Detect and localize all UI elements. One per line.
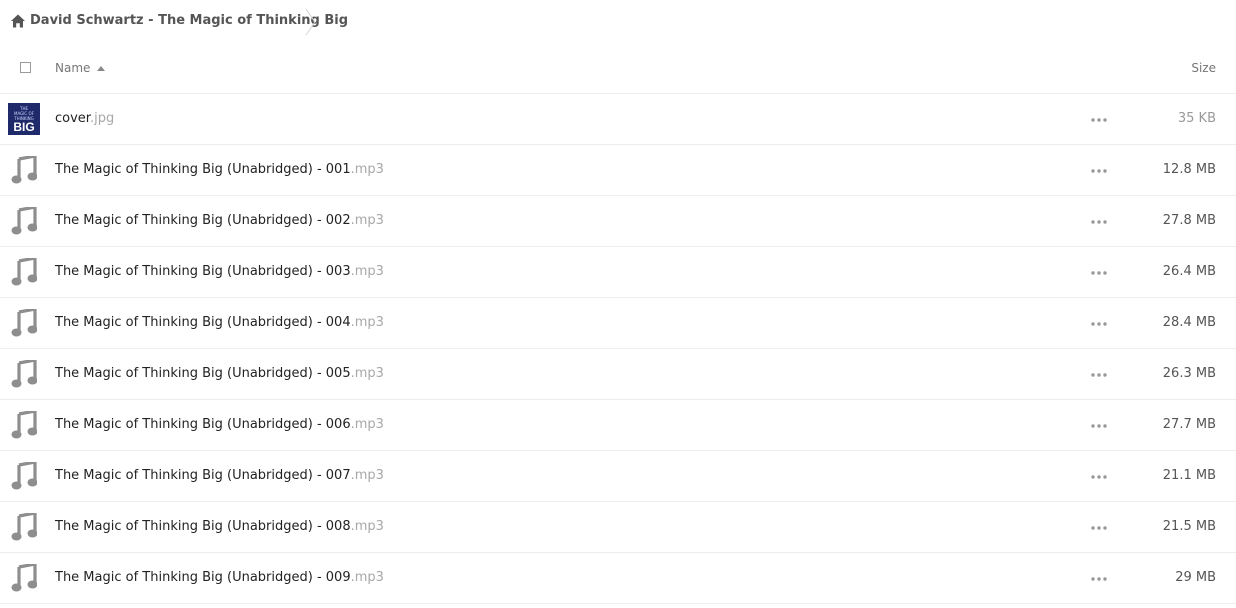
file-name[interactable]: The Magic of Thinking Big (Unabridged) -… (55, 365, 384, 383)
file-row[interactable]: The Magic of Thinking Big (Unabridged) -… (0, 502, 1236, 553)
file-size: 12.8 MB (1162, 162, 1216, 177)
music-note-icon (11, 360, 37, 388)
file-size: 27.7 MB (1162, 417, 1216, 432)
music-note-icon (11, 156, 37, 184)
image-thumbnail: THE MAGIC OF THINKING BIG (8, 103, 40, 135)
file-size: 27.8 MB (1162, 213, 1216, 228)
file-name[interactable]: The Magic of Thinking Big (Unabridged) -… (55, 314, 384, 332)
select-all-checkbox[interactable] (20, 62, 31, 73)
music-note-icon (11, 513, 37, 541)
music-note-icon (11, 564, 37, 592)
file-size: 35 KB (1177, 111, 1216, 126)
more-actions-icon[interactable] (1091, 169, 1107, 173)
breadcrumb-folder-link[interactable]: David Schwartz - The Magic of Thinking B… (30, 11, 348, 31)
file-basename: The Magic of Thinking Big (Unabridged) -… (55, 366, 351, 381)
file-list: THE MAGIC OF THINKING BIG cover.jpg 35 K… (0, 94, 1236, 604)
file-name[interactable]: cover.jpg (55, 110, 114, 128)
more-actions-icon[interactable] (1091, 577, 1107, 581)
size-column-header[interactable]: Size (1191, 59, 1216, 77)
file-name[interactable]: The Magic of Thinking Big (Unabridged) -… (55, 416, 384, 434)
file-name[interactable]: The Magic of Thinking Big (Unabridged) -… (55, 263, 384, 281)
file-row[interactable]: The Magic of Thinking Big (Unabridged) -… (0, 400, 1236, 451)
more-actions-icon[interactable] (1091, 322, 1107, 326)
file-size: 21.5 MB (1162, 519, 1216, 534)
file-basename: The Magic of Thinking Big (Unabridged) -… (55, 315, 351, 330)
music-note-icon (11, 411, 37, 439)
file-basename: The Magic of Thinking Big (Unabridged) -… (55, 162, 351, 177)
more-actions-icon[interactable] (1091, 118, 1107, 122)
file-row[interactable]: The Magic of Thinking Big (Unabridged) -… (0, 553, 1236, 604)
name-column-label: Name (55, 61, 91, 75)
file-size: 21.1 MB (1162, 468, 1216, 483)
home-icon[interactable] (10, 13, 26, 29)
file-row[interactable]: The Magic of Thinking Big (Unabridged) -… (0, 196, 1236, 247)
music-note-icon (11, 462, 37, 490)
file-extension: .mp3 (350, 519, 384, 534)
cover-thumb-text: BIG (13, 120, 35, 134)
file-row[interactable]: The Magic of Thinking Big (Unabridged) -… (0, 298, 1236, 349)
file-basename: The Magic of Thinking Big (Unabridged) -… (55, 417, 351, 432)
file-row[interactable]: THE MAGIC OF THINKING BIG cover.jpg 35 K… (0, 94, 1236, 145)
more-actions-icon[interactable] (1091, 373, 1107, 377)
name-column-header[interactable]: Name (55, 59, 106, 77)
more-actions-icon[interactable] (1091, 271, 1107, 275)
file-name[interactable]: The Magic of Thinking Big (Unabridged) -… (55, 212, 384, 230)
file-extension: .mp3 (350, 264, 384, 279)
file-extension: .mp3 (350, 315, 384, 330)
file-size: 26.4 MB (1162, 264, 1216, 279)
file-name[interactable]: The Magic of Thinking Big (Unabridged) -… (55, 467, 384, 485)
file-basename: The Magic of Thinking Big (Unabridged) -… (55, 570, 351, 585)
file-basename: The Magic of Thinking Big (Unabridged) -… (55, 519, 351, 534)
file-name[interactable]: The Magic of Thinking Big (Unabridged) -… (55, 161, 384, 179)
breadcrumb-chevron-icon (305, 8, 316, 36)
file-extension: .mp3 (350, 213, 384, 228)
file-name[interactable]: The Magic of Thinking Big (Unabridged) -… (55, 569, 384, 587)
file-extension: .mp3 (350, 468, 384, 483)
more-actions-icon[interactable] (1091, 424, 1107, 428)
file-extension: .mp3 (350, 570, 384, 585)
file-size: 26.3 MB (1162, 366, 1216, 381)
more-actions-icon[interactable] (1091, 475, 1107, 479)
file-list-header: Name Size (0, 44, 1236, 94)
file-size: 28.4 MB (1162, 315, 1216, 330)
file-basename: The Magic of Thinking Big (Unabridged) -… (55, 213, 351, 228)
file-row[interactable]: The Magic of Thinking Big (Unabridged) -… (0, 145, 1236, 196)
file-extension: .mp3 (350, 366, 384, 381)
file-size: 29 MB (1175, 570, 1216, 585)
music-note-icon (11, 207, 37, 235)
breadcrumb: David Schwartz - The Magic of Thinking B… (0, 0, 1236, 44)
more-actions-icon[interactable] (1091, 526, 1107, 530)
file-row[interactable]: The Magic of Thinking Big (Unabridged) -… (0, 451, 1236, 502)
music-note-icon (11, 309, 37, 337)
file-extension: .mp3 (350, 417, 384, 432)
file-extension: .jpg (89, 111, 115, 126)
file-row[interactable]: The Magic of Thinking Big (Unabridged) -… (0, 349, 1236, 400)
file-basename: The Magic of Thinking Big (Unabridged) -… (55, 264, 351, 279)
file-basename: The Magic of Thinking Big (Unabridged) -… (55, 468, 351, 483)
file-extension: .mp3 (350, 162, 384, 177)
file-basename: cover (55, 111, 90, 126)
file-row[interactable]: The Magic of Thinking Big (Unabridged) -… (0, 247, 1236, 298)
music-note-icon (11, 258, 37, 286)
more-actions-icon[interactable] (1091, 220, 1107, 224)
file-name[interactable]: The Magic of Thinking Big (Unabridged) -… (55, 518, 384, 536)
sort-ascending-icon (97, 65, 106, 71)
